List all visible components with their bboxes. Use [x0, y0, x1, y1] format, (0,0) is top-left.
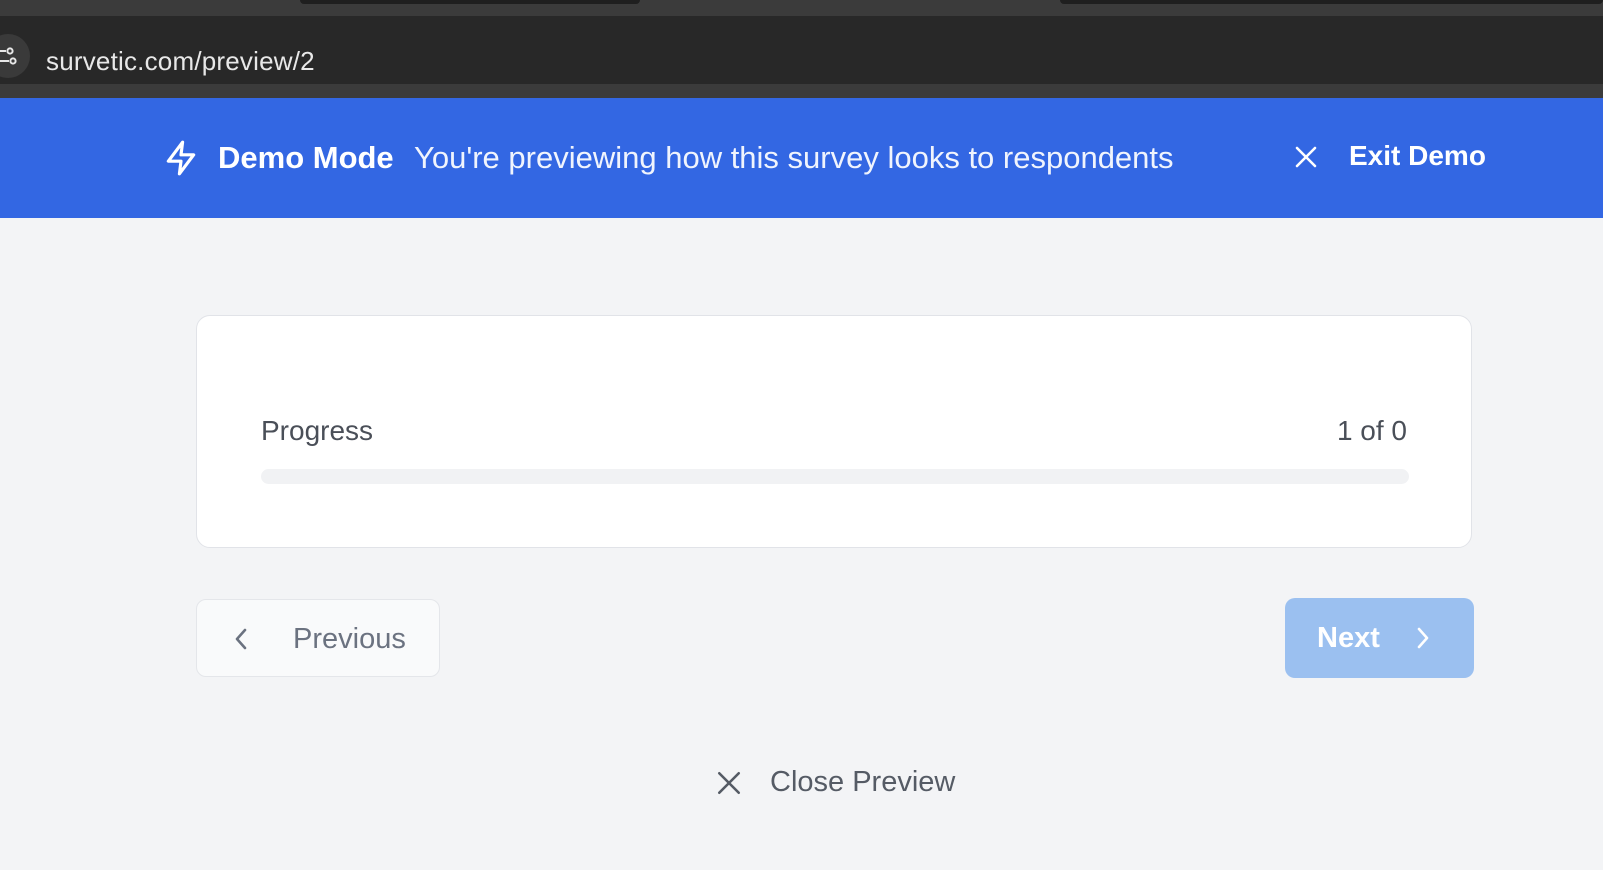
browser-tab-strip: [0, 0, 1603, 16]
browser-tab[interactable]: [1060, 0, 1603, 4]
chevron-right-icon: [1415, 626, 1431, 655]
browser-tab[interactable]: [300, 0, 640, 4]
url-text[interactable]: survetic.com/preview/2: [46, 46, 315, 77]
previous-button-label: Previous: [293, 623, 406, 655]
survey-card: Progress 1 of 0: [196, 315, 1472, 548]
banner-description: You're previewing how this survey looks …: [414, 140, 1174, 175]
next-button[interactable]: Next: [1285, 598, 1474, 678]
browser-toolbar-divider: [0, 84, 1603, 98]
progress-count: 1 of 0: [1336, 415, 1407, 446]
close-preview-label: Close Preview: [770, 766, 956, 798]
close-icon[interactable]: [1294, 145, 1318, 174]
banner-title: Demo Mode: [218, 140, 394, 175]
exit-demo-button[interactable]: Exit Demo: [1349, 140, 1486, 172]
previous-button[interactable]: Previous: [196, 599, 440, 677]
close-icon: [716, 770, 742, 801]
next-button-label: Next: [1317, 622, 1380, 654]
chevron-left-icon: [233, 627, 249, 656]
demo-mode-banner: Demo Mode You're previewing how this sur…: [0, 98, 1603, 218]
progress-label: Progress: [261, 415, 374, 446]
site-settings-icon[interactable]: [0, 34, 30, 78]
progress-bar: [261, 469, 1409, 484]
address-bar[interactable]: survetic.com/preview/2: [0, 16, 1603, 84]
lightning-bolt-icon: [162, 138, 200, 183]
